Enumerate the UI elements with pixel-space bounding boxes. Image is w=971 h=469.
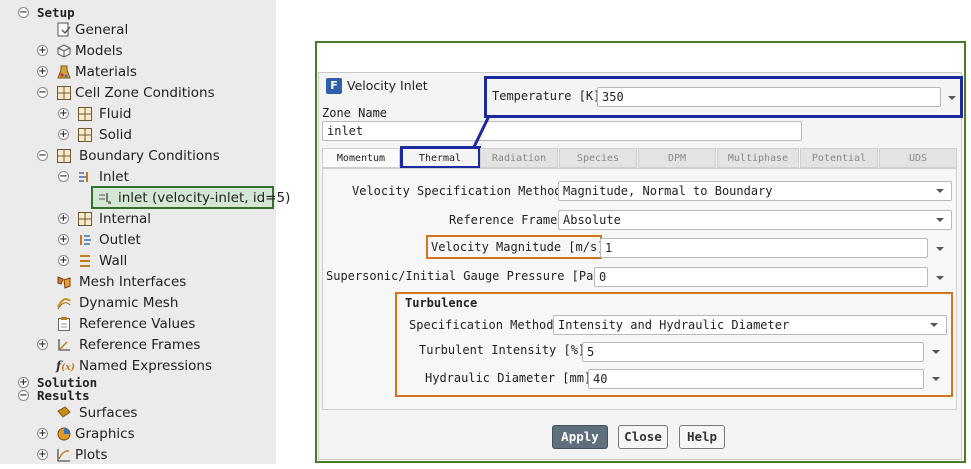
grid-icon — [77, 106, 93, 122]
velocity-spec-select[interactable]: Magnitude, Normal to Boundary — [558, 181, 952, 201]
tree-label: Dynamic Mesh — [79, 295, 179, 311]
inlet-icon — [77, 169, 93, 185]
turbulent-intensity-input[interactable]: 5 — [582, 342, 924, 362]
grid-icon — [56, 148, 72, 164]
outline-tree: − Setup General + Models + Materials − C… — [0, 0, 290, 464]
tree-label: Internal — [99, 211, 152, 227]
collapse-icon[interactable]: − — [18, 7, 29, 18]
collapse-icon[interactable]: − — [18, 390, 29, 401]
outlet-icon — [77, 232, 93, 248]
chevron-down-icon[interactable] — [929, 321, 939, 329]
reference-frame-select[interactable]: Absolute — [558, 210, 952, 230]
plot-icon — [56, 447, 72, 463]
tree-label: Models — [75, 43, 123, 59]
temperature-input[interactable]: 350 — [597, 87, 941, 107]
spec-method-label: Specification Method — [409, 318, 554, 332]
tab-radiation[interactable]: Radiation — [480, 148, 558, 168]
expand-icon[interactable]: + — [58, 129, 69, 140]
expand-icon[interactable]: + — [58, 108, 69, 119]
tree-label: General — [75, 22, 129, 38]
chevron-down-icon[interactable] — [935, 274, 945, 282]
expand-icon[interactable]: + — [58, 234, 69, 245]
hydraulic-diameter-input[interactable]: 40 — [588, 369, 924, 389]
tree-label: Graphics — [75, 426, 135, 442]
cube-icon — [56, 43, 72, 59]
surface-icon — [56, 405, 72, 421]
temperature-label: Temperature [K] — [492, 89, 601, 103]
reference-frame-label: Reference Frame — [449, 213, 558, 227]
grid-icon — [77, 211, 93, 227]
chevron-down-icon[interactable] — [935, 216, 945, 224]
chevron-down-icon[interactable] — [931, 348, 941, 356]
help-button[interactable]: Help — [679, 425, 725, 449]
chevron-down-icon[interactable] — [935, 245, 945, 253]
tree-label: Plots — [75, 447, 108, 463]
wall-icon — [77, 253, 93, 269]
tree-label: Fluid — [99, 106, 132, 122]
thermal-tab-highlight-box — [400, 146, 481, 169]
tree-label: inlet (velocity-inlet, id=5) — [118, 190, 291, 206]
velocity-spec-label: Velocity Specification Method — [352, 184, 562, 198]
graphics-icon — [56, 426, 72, 442]
expand-icon[interactable]: + — [37, 339, 48, 350]
spec-method-select[interactable]: Intensity and Hydraulic Diameter — [553, 315, 947, 335]
tree-label: Materials — [75, 64, 137, 80]
expand-icon[interactable]: + — [37, 66, 48, 77]
expand-icon[interactable]: + — [37, 449, 48, 460]
annotation-connector-line — [472, 115, 491, 148]
tab-multiphase[interactable]: Multiphase — [717, 148, 799, 168]
tab-uds[interactable]: UDS — [879, 148, 957, 168]
chevron-down-icon[interactable] — [931, 375, 941, 383]
gauge-pressure-input[interactable]: 0 — [594, 267, 928, 287]
expand-icon[interactable]: + — [37, 428, 48, 439]
dynamic-mesh-icon — [56, 295, 72, 311]
tree-label: Inlet — [99, 169, 129, 185]
expand-icon[interactable]: + — [58, 213, 69, 224]
tree-label: Mesh Interfaces — [79, 274, 187, 290]
apply-button[interactable]: Apply — [552, 425, 608, 449]
tree-label: Surfaces — [79, 405, 138, 421]
tab-species[interactable]: Species — [559, 148, 637, 168]
clipboard-icon — [56, 316, 72, 332]
gauge-pressure-label: Supersonic/Initial Gauge Pressure [Pa] — [326, 269, 601, 283]
tree-label: Wall — [99, 253, 128, 269]
collapse-icon[interactable]: − — [58, 171, 69, 182]
fluent-app-icon: F — [326, 78, 342, 94]
axes-icon — [56, 337, 72, 353]
tree-label: Named Expressions — [79, 358, 213, 374]
boundary-icon — [97, 190, 113, 206]
tree-label: Outlet — [99, 232, 141, 248]
materials-icon — [56, 64, 72, 80]
chevron-down-icon[interactable] — [935, 187, 945, 195]
expand-icon[interactable]: + — [58, 255, 69, 266]
tree-label: Solid — [99, 127, 132, 143]
tree-label: Boundary Conditions — [79, 148, 220, 164]
tree-label: Reference Frames — [79, 337, 201, 353]
zone-name-input[interactable]: inlet — [322, 121, 802, 141]
grid-icon — [77, 127, 93, 143]
tree-label: Setup — [37, 5, 75, 20]
mesh-interfaces-icon — [56, 274, 72, 290]
collapse-icon[interactable]: − — [37, 87, 48, 98]
close-button[interactable]: Close — [618, 425, 668, 449]
tab-potential[interactable]: Potential — [800, 148, 878, 168]
velocity-magnitude-label: Velocity Magnitude [m/s] — [431, 240, 605, 254]
expand-icon[interactable]: + — [18, 377, 29, 388]
tab-dpm[interactable]: DPM — [638, 148, 716, 168]
function-icon: f(x) — [56, 359, 76, 373]
turbulence-heading: Turbulence — [405, 296, 478, 310]
grid-icon — [56, 85, 72, 101]
dialog-title: Velocity Inlet — [347, 78, 428, 93]
document-check-icon — [56, 22, 72, 38]
velocity-magnitude-input[interactable]: 1 — [600, 238, 928, 258]
tab-momentum[interactable]: Momentum — [322, 148, 400, 168]
chevron-down-icon[interactable] — [947, 94, 957, 102]
zone-name-label: Zone Name — [322, 106, 388, 120]
hydraulic-diameter-label: Hydraulic Diameter [mm] — [425, 371, 592, 385]
tree-label: Cell Zone Conditions — [75, 85, 215, 101]
turbulent-intensity-label: Turbulent Intensity [%] — [419, 343, 586, 357]
expand-icon[interactable]: + — [37, 45, 48, 56]
collapse-icon[interactable]: − — [37, 150, 48, 161]
tree-label: Reference Values — [79, 316, 196, 332]
